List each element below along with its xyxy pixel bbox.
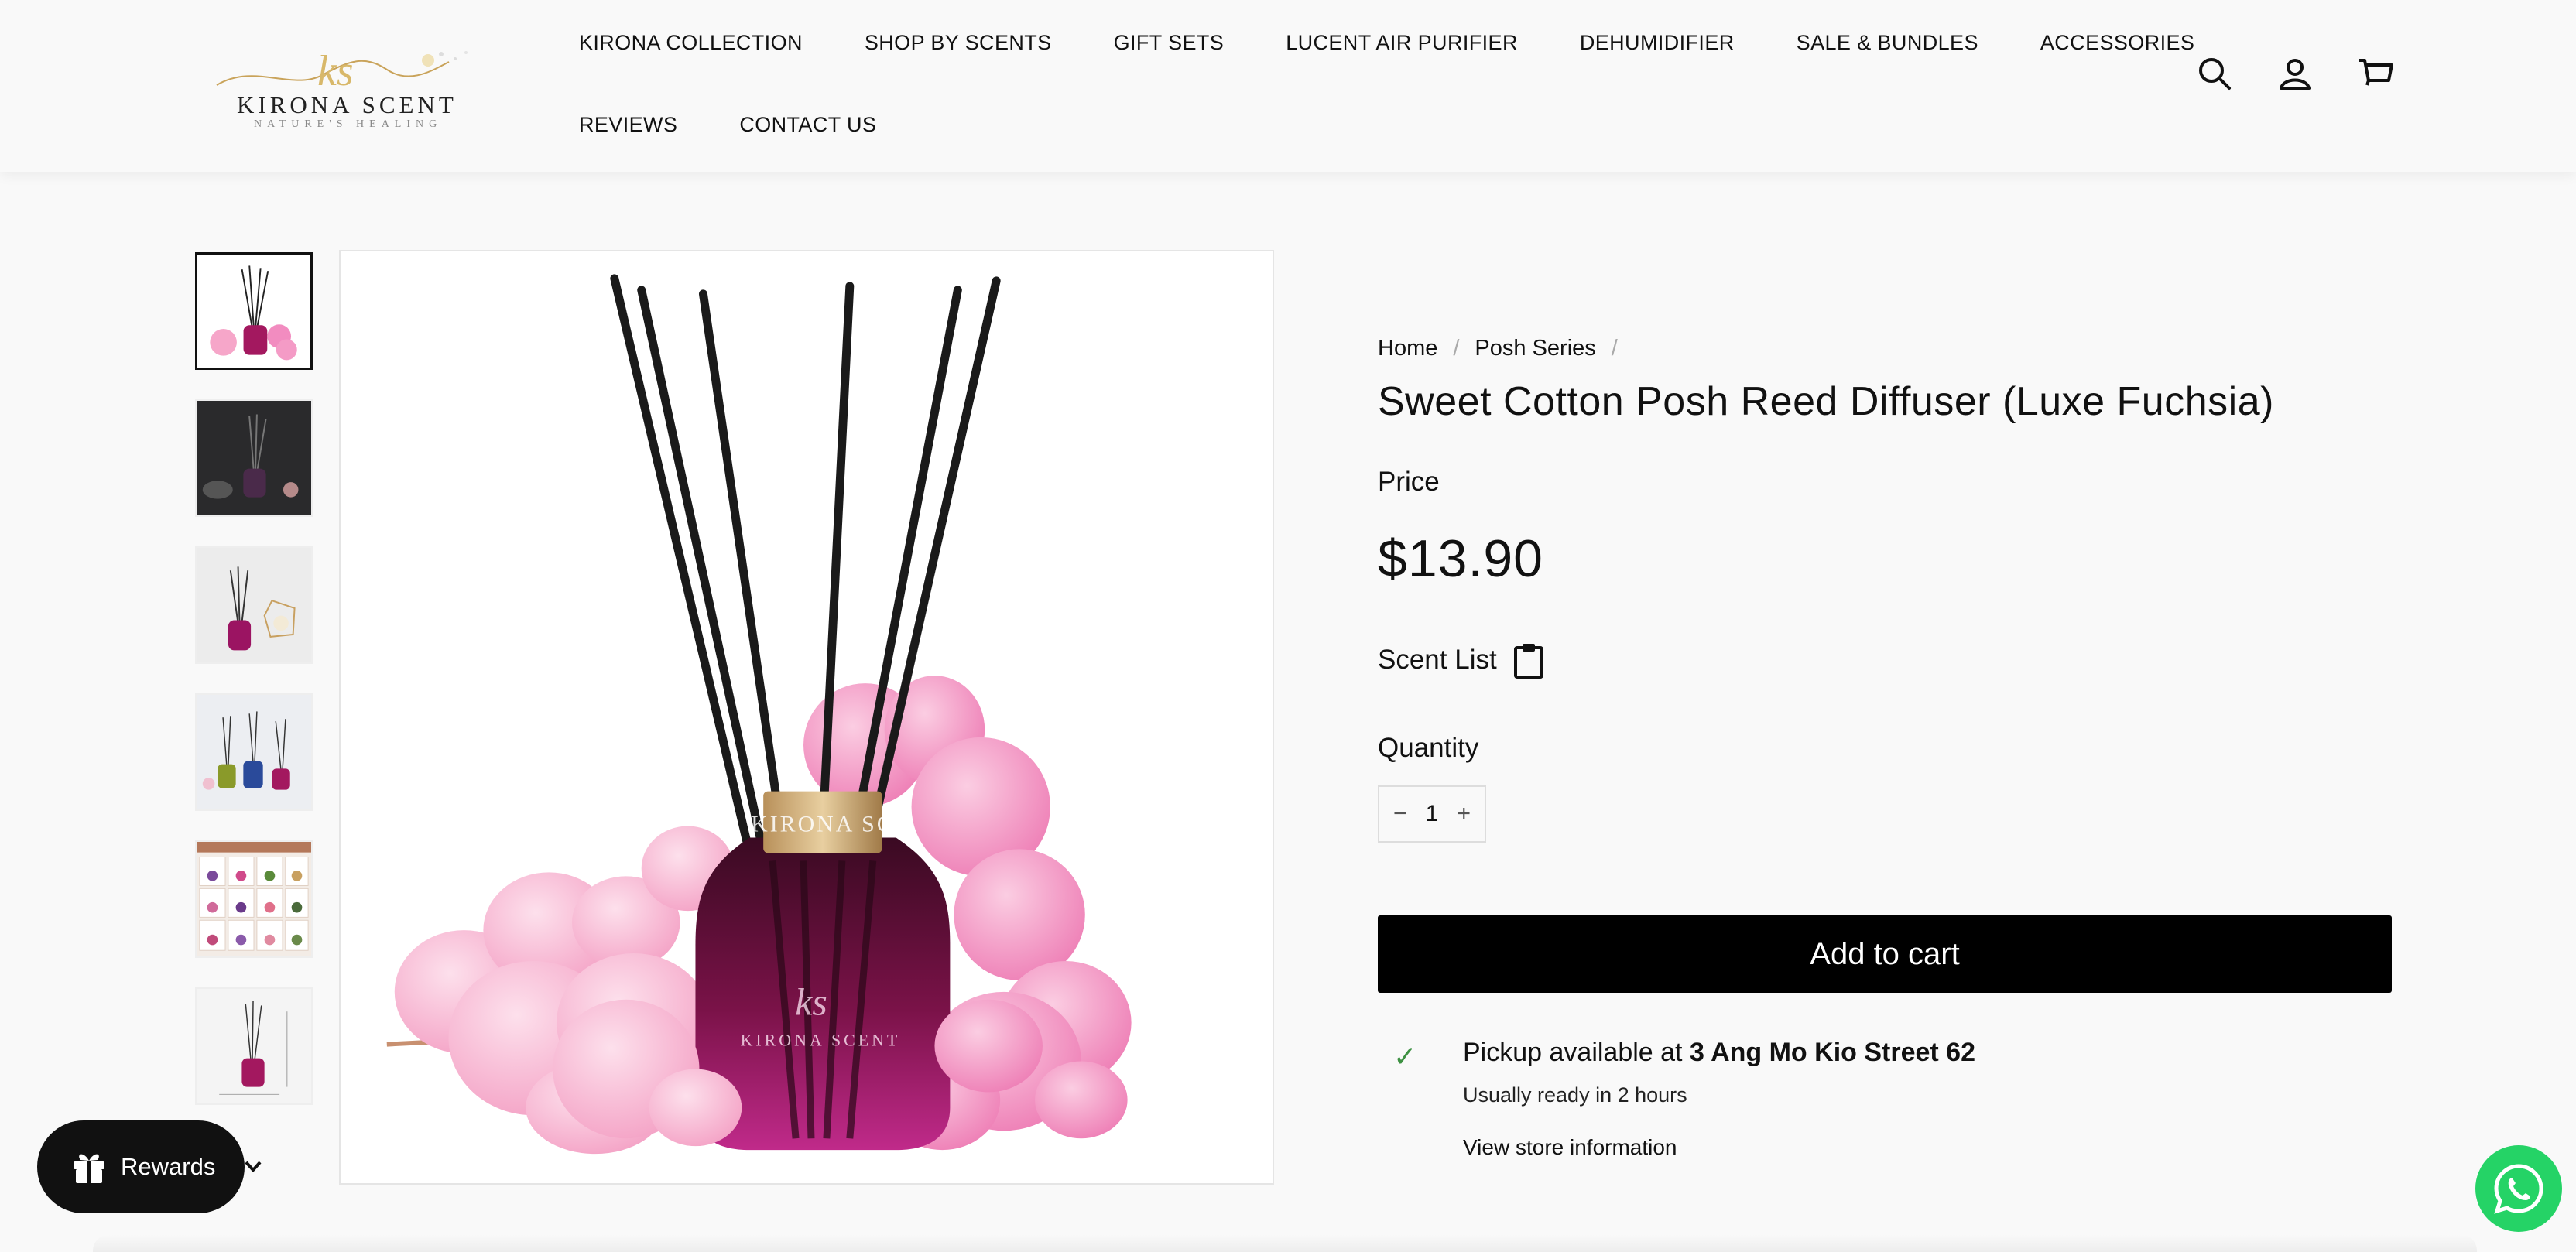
quantity-label: Quantity	[1378, 733, 1479, 763]
breadcrumb-posh-series[interactable]: Posh Series	[1475, 336, 1595, 361]
thumbnail-4[interactable]	[195, 693, 313, 811]
header-icons	[2197, 56, 2393, 91]
thumbnail-5[interactable]	[195, 840, 313, 958]
svg-text:KIRONA SCENT: KIRONA SCENT	[741, 1031, 901, 1050]
svg-text:ks: ks	[795, 981, 827, 1024]
clipboard-icon[interactable]	[1512, 641, 1545, 679]
chevron-down-icon[interactable]	[242, 1155, 265, 1178]
nav-row-2: REVIEWS CONTACT US	[579, 105, 2096, 144]
thumbnail-1[interactable]	[195, 252, 313, 370]
product-main-image[interactable]: KIRONA SC ks KIRONA SCENT	[339, 250, 1274, 1185]
svg-text:KIRONA SC: KIRONA SC	[751, 812, 895, 837]
logo-name: KIRONA SCENT	[237, 91, 457, 118]
quantity-decrease-button[interactable]: −	[1393, 801, 1407, 827]
product-title: Sweet Cotton Posh Reed Diffuser (Luxe Fu…	[1378, 379, 2274, 424]
view-store-information-link[interactable]: View store information	[1463, 1135, 1677, 1160]
thumbnail-6[interactable]	[195, 987, 313, 1105]
nav-item-reviews[interactable]: REVIEWS	[579, 113, 677, 137]
pickup-prefix: Pickup available at	[1463, 1038, 1683, 1067]
nav-item-shop-by-scents[interactable]: SHOP BY SCENTS	[865, 31, 1052, 55]
nav-item-accessories[interactable]: ACCESSORIES	[2040, 31, 2194, 55]
thumbnail-gallery	[195, 252, 313, 1134]
search-icon[interactable]	[2197, 56, 2232, 91]
product-info: Home / Posh Series / Sweet Cotton Posh R…	[1378, 336, 2392, 1160]
pickup-info: ✓ Pickup available at 3 Ang Mo Kio Stree…	[1378, 1038, 2392, 1160]
whatsapp-icon	[2494, 1164, 2543, 1214]
logo-monogram: ks	[216, 47, 468, 95]
logo-tagline: NATURE'S HEALING	[254, 118, 443, 130]
account-icon[interactable]	[2277, 56, 2313, 91]
nav-item-lucent-air-purifier[interactable]: LUCENT AIR PURIFIER	[1286, 31, 1518, 55]
price-label: Price	[1378, 467, 1440, 497]
breadcrumb: Home / Posh Series /	[1378, 336, 2392, 361]
nav-item-gift-sets[interactable]: GIFT SETS	[1114, 31, 1225, 55]
rewards-label: Rewards	[121, 1153, 216, 1180]
nav-row-1: KIRONA COLLECTION SHOP BY SCENTS GIFT SE…	[579, 23, 2194, 62]
scent-list[interactable]: Scent List	[1378, 641, 2392, 679]
quantity-increase-button[interactable]: +	[1457, 801, 1471, 827]
main-nav: KIRONA COLLECTION SHOP BY SCENTS GIFT SE…	[579, 23, 2194, 187]
pickup-availability: Pickup available at 3 Ang Mo Kio Street …	[1463, 1038, 2392, 1068]
check-icon: ✓	[1393, 1041, 1417, 1072]
breadcrumb-home[interactable]: Home	[1378, 336, 1437, 361]
svg-text:ks: ks	[317, 47, 354, 95]
pickup-location: 3 Ang Mo Kio Street 62	[1689, 1038, 1975, 1067]
add-to-cart-button[interactable]: Add to cart	[1378, 915, 2392, 993]
breadcrumb-separator: /	[1453, 336, 1460, 361]
brand-logo[interactable]: ks KIRONA SCENT NATURE'S HEALING	[209, 31, 503, 139]
rewards-button[interactable]: Rewards	[37, 1120, 245, 1213]
thumbnail-3[interactable]	[195, 546, 313, 664]
gift-icon	[74, 1154, 104, 1183]
site-header: ks KIRONA SCENT NATURE'S HEALING KIRONA …	[0, 0, 2576, 172]
breadcrumb-separator: /	[1611, 336, 1618, 361]
nav-item-contact-us[interactable]: CONTACT US	[739, 113, 876, 137]
product-price: $13.90	[1378, 529, 1543, 588]
bottom-shade	[93, 1235, 2477, 1252]
nav-item-dehumidifier[interactable]: DEHUMIDIFIER	[1580, 31, 1735, 55]
nav-item-sale-bundles[interactable]: SALE & BUNDLES	[1797, 31, 1978, 55]
pickup-ready-time: Usually ready in 2 hours	[1463, 1083, 1687, 1107]
whatsapp-button[interactable]	[2475, 1145, 2562, 1232]
nav-item-kirona-collection[interactable]: KIRONA COLLECTION	[579, 31, 803, 55]
scent-list-label: Scent List	[1378, 645, 1497, 675]
thumbnail-2[interactable]	[195, 399, 313, 517]
quantity-stepper[interactable]: − 1 +	[1378, 785, 1486, 843]
cart-icon[interactable]	[2358, 56, 2393, 91]
quantity-value[interactable]: 1	[1426, 801, 1439, 827]
